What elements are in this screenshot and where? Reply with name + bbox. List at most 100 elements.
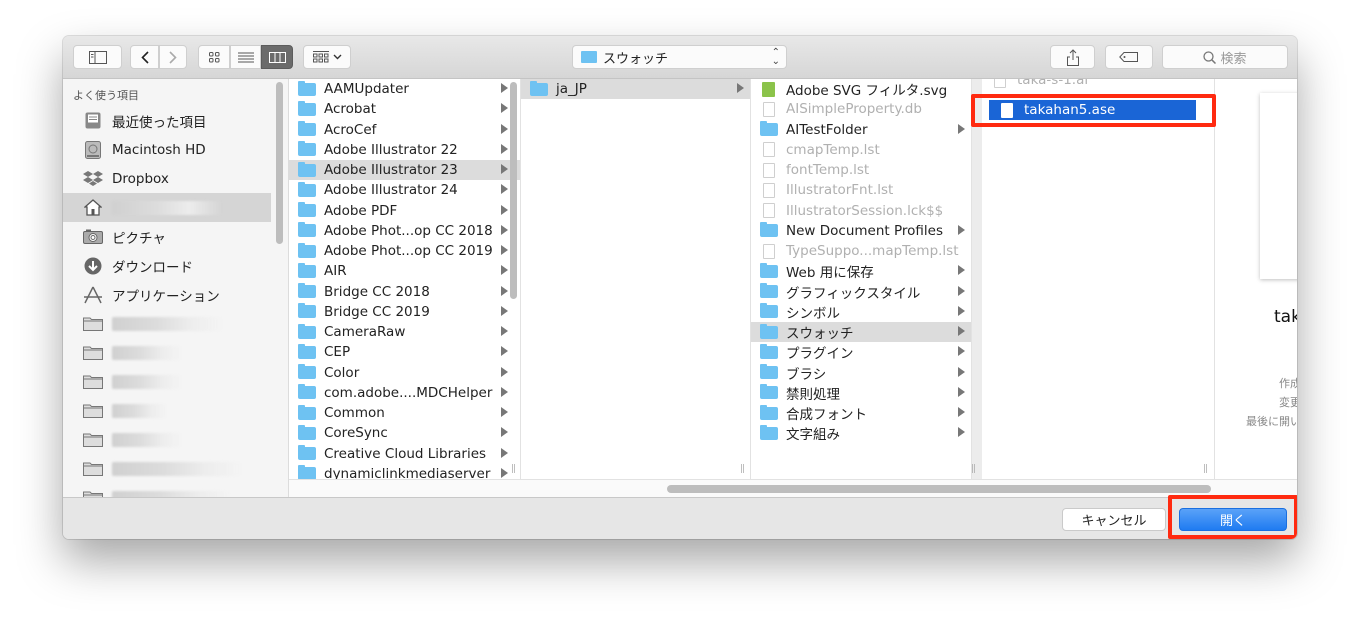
column-4-resize-handle[interactable]: || [1203,464,1208,474]
back-button[interactable] [130,45,159,69]
file-item[interactable]: AISimpleProperty.db [751,99,971,119]
folder-item[interactable]: New Document Profiles [751,221,971,241]
sidebar-item-folder[interactable] [63,425,271,454]
sidebar-item-downloads[interactable]: ダウンロード [63,251,271,280]
item-label: com.adobe....MDCHelper [324,384,493,401]
search-field[interactable]: 検索 [1162,45,1288,69]
file-item[interactable]: taka-s-1.ai [982,79,1214,90]
item-label: Adobe Illustrator 24 [324,182,458,199]
folder-item[interactable]: Bridge CC 2018 [289,282,520,302]
sidebar-item-recents[interactable]: 最近使った項目 [63,106,271,135]
list-view-button[interactable] [230,45,261,69]
folder-item[interactable]: Adobe Illustrator 23 [289,160,520,180]
folder-item[interactable]: Common [289,403,520,423]
item-label: Creative Cloud Libraries [324,445,487,462]
sidebar-scrollbar[interactable] [276,82,283,244]
folder-item[interactable]: Adobe Illustrator 24 [289,180,520,200]
disclosure-arrow-icon [501,285,508,296]
folder-item[interactable]: Adobe Phot...op CC 2018 [289,221,520,241]
folder-item[interactable]: CameraRaw [289,322,520,342]
folder-item[interactable]: Bridge CC 2019 [289,302,520,322]
folder-item[interactable]: AcroCef [289,120,520,140]
file-item[interactable]: Adobe SVG フィルタ.svg [751,79,971,99]
folder-item[interactable]: dynamiclinkmediaserver [289,464,520,479]
column-2-resize-handle[interactable]: || [740,464,745,474]
path-popup[interactable]: スウォッチ ⌃ ⌄ [572,45,787,69]
disclosure-arrow-icon [501,123,508,134]
folder-icon [760,343,778,359]
folder-item[interactable]: Creative Cloud Libraries [289,444,520,464]
file-item[interactable]: cmapTemp.lst [751,140,971,160]
item-label: Bridge CC 2019 [324,303,430,320]
forward-button[interactable] [159,45,187,69]
folder-item[interactable]: 文字組み [751,423,971,443]
folder-item[interactable]: ブラシ [751,363,971,383]
disclosure-arrow-icon [501,265,508,276]
folder-item[interactable]: AAMUpdater [289,79,520,99]
disclosure-arrow-icon [501,103,508,114]
sidebar-item-folder[interactable] [63,338,271,367]
group-menu-button[interactable] [303,45,351,69]
column-3-resize-handle[interactable]: || [971,464,976,474]
item-label: 合成フォント [786,407,867,423]
disclosure-arrow-icon [501,427,508,438]
folder-item[interactable]: スウォッチ [751,322,971,342]
folder-item[interactable]: 禁則処理 [751,383,971,403]
folder-item[interactable]: Adobe PDF [289,201,520,221]
folder-icon [298,222,316,238]
disclosure-arrow-icon [958,427,965,438]
folder-icon [298,121,316,136]
sidebar-item-folder[interactable] [63,396,271,425]
icon-view-button[interactable] [198,45,230,69]
sidebar-item-folder[interactable] [63,367,271,396]
sidebar-item-folder[interactable] [63,483,271,497]
share-button[interactable] [1050,45,1095,69]
folder-item[interactable]: 合成フォント [751,403,971,423]
folder-item[interactable]: Acrobat [289,99,520,119]
folder-item[interactable]: ja_JP [521,79,750,99]
sidebar-item-macintosh-hd[interactable]: Macintosh HD [63,135,271,164]
item-label: Adobe Phot...op CC 2018 [324,222,493,239]
preview-last-opened-label: 最後に開い [1246,415,1297,428]
folder-item[interactable]: シンボル [751,302,971,322]
folder-item[interactable]: AITestFolder [751,120,971,140]
folder-item[interactable]: CoreSync [289,423,520,443]
column-1-resize-handle[interactable]: || [511,464,516,474]
folder-item[interactable]: プラグイン [751,342,971,362]
sidebar-item-folder[interactable] [63,454,271,483]
folder-item[interactable]: グラフィックスタイル [751,282,971,302]
disclosure-arrow-icon [501,245,508,255]
file-item[interactable]: fontTemp.lst [751,160,971,180]
sidebar-item-label-redacted [112,345,182,360]
sidebar-item-home[interactable] [63,193,271,222]
folder-item[interactable]: com.adobe....MDCHelper [289,383,520,403]
path-popup-label: スウォッチ [603,51,669,67]
column-1-scrollbar[interactable] [510,82,517,299]
folder-item[interactable]: Adobe Illustrator 22 [289,140,520,160]
file-item[interactable]: IllustratorSession.lck$$ [751,201,971,221]
sidebar-item-folder[interactable] [63,309,271,338]
column-view-button[interactable] [261,45,293,69]
horizontal-scrollbar[interactable] [667,485,1211,493]
disclosure-arrow-icon [501,204,508,215]
folder-item[interactable]: Color [289,363,520,383]
folder-item[interactable]: Web 用に保存 [751,261,971,281]
sidebar-item-applications[interactable]: アプリケーション [63,280,271,309]
preview-modified-label: 変更 [1279,396,1297,409]
item-label: CEP [324,344,351,361]
sidebar-item-pictures[interactable]: ピクチャ [63,222,271,251]
folder-icon [760,323,778,339]
cancel-button[interactable]: キャンセル [1062,508,1166,531]
file-item[interactable]: IllustratorFnt.lst [751,180,971,200]
folder-item[interactable]: Adobe Phot...op CC 2019 [289,241,520,261]
folder-item[interactable]: AIR [289,261,520,281]
folder-item[interactable]: CEP [289,342,520,362]
sidebar-toggle-button[interactable] [73,45,122,69]
recents-icon [82,111,104,131]
harddisk-icon [82,140,104,160]
tag-button[interactable] [1105,45,1153,69]
folder-icon [530,80,548,96]
file-item[interactable]: TypeSuppo...mapTemp.lst [751,241,971,261]
document-icon [763,162,775,178]
sidebar-item-dropbox[interactable]: Dropbox [63,164,271,193]
